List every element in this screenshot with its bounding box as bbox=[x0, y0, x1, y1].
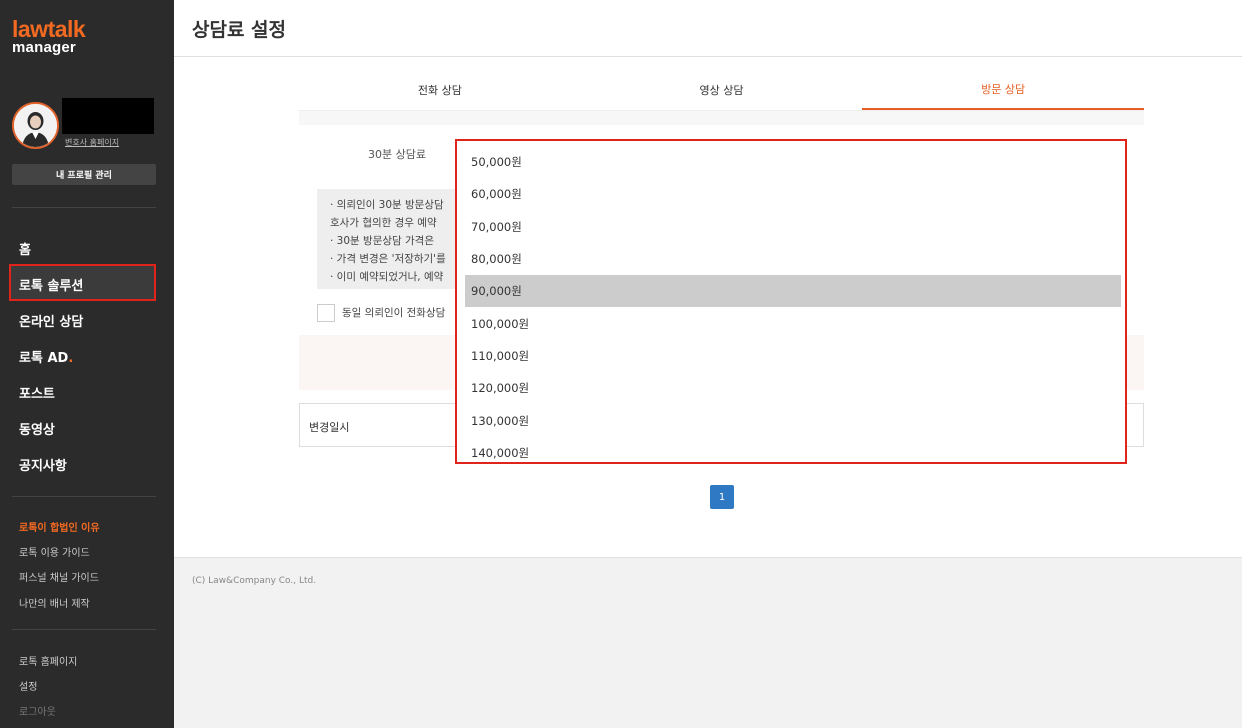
link-lawtalk-homepage[interactable]: 로톡 홈페이지 bbox=[19, 653, 77, 668]
link-personal-channel-guide[interactable]: 퍼스널 채널 가이드 bbox=[19, 569, 99, 584]
fee-option-highlighted[interactable]: 90,000원 bbox=[465, 275, 1121, 307]
link-why-legal[interactable]: 로톡이 합법인 이유 bbox=[19, 519, 100, 534]
sidebar-item-home[interactable]: 홈 bbox=[19, 239, 31, 258]
ad-dot: . bbox=[68, 351, 74, 366]
sidebar-item-post[interactable]: 포스트 bbox=[19, 383, 55, 402]
tab-visit-consult[interactable]: 방문 상담 bbox=[862, 70, 1145, 110]
page-title: 상담료 설정 bbox=[192, 19, 287, 41]
tab-phone-consult[interactable]: 전화 상담 bbox=[299, 70, 581, 110]
history-changed-at-header: 변경일시 bbox=[309, 421, 350, 434]
fee-option[interactable]: 110,000원 bbox=[465, 340, 1121, 372]
fee-option[interactable]: 100,000원 bbox=[465, 308, 1121, 340]
notice-line: · 이미 예약되었거나, 예약 bbox=[330, 271, 444, 283]
fee-option[interactable]: 120,000원 bbox=[465, 372, 1121, 404]
page-header: 상담료 설정 bbox=[174, 0, 1242, 57]
fee-option[interactable]: 50,000원 bbox=[465, 146, 1121, 178]
fee-label: 30분 상담료 bbox=[368, 148, 426, 161]
fee-option[interactable]: 130,000원 bbox=[465, 405, 1121, 437]
lawyer-photo-icon bbox=[14, 104, 57, 147]
notice-line: · 30분 방문상담 가격은 bbox=[330, 235, 434, 247]
sidebar-divider bbox=[12, 629, 156, 630]
link-logout[interactable]: 로그아웃 bbox=[19, 703, 56, 718]
notice-line: · 의뢰인이 30분 방문상담 bbox=[330, 199, 444, 211]
link-usage-guide[interactable]: 로톡 이용 가이드 bbox=[19, 544, 90, 559]
fee-option[interactable]: 70,000원 bbox=[465, 211, 1121, 243]
lawyer-homepage-link[interactable]: 변호사 홈페이지 bbox=[65, 137, 119, 148]
same-client-checkbox-label: 동일 의뢰인이 전화상담 bbox=[342, 307, 446, 319]
copyright: (C) Law&Company Co., Ltd. bbox=[192, 576, 317, 586]
sidebar: lawtalk manager 변호사 홈페이지 내 프로필 관리 홈 로톡 솔… bbox=[0, 0, 174, 728]
sidebar-divider bbox=[12, 207, 156, 208]
logo-text-top: lawtalk bbox=[12, 16, 86, 42]
notice-line: · 가격 변경은 '저장하기'를 bbox=[330, 253, 446, 265]
sidebar-item-notice[interactable]: 공지사항 bbox=[19, 455, 67, 474]
notice-line: 호사가 협의한 경우 예약 bbox=[330, 217, 437, 229]
same-client-checkbox[interactable] bbox=[317, 304, 335, 322]
fee-option[interactable]: 140,000원 bbox=[465, 437, 1121, 462]
consult-type-tabs: 전화 상담 영상 상담 방문 상담 bbox=[299, 70, 1145, 111]
sidebar-item-video[interactable]: 동영상 bbox=[19, 419, 55, 438]
sidebar-divider bbox=[12, 496, 156, 497]
my-profile-button[interactable]: 내 프로필 관리 bbox=[12, 164, 156, 185]
avatar[interactable] bbox=[12, 102, 59, 149]
footer-divider bbox=[174, 557, 1242, 558]
fee-option[interactable]: 60,000원 bbox=[465, 178, 1121, 210]
fee-dropdown-list[interactable]: 50,000원 60,000원 70,000원 80,000원 90,000원 … bbox=[455, 139, 1127, 464]
fee-option[interactable]: 80,000원 bbox=[465, 243, 1121, 275]
lawyer-name-redacted bbox=[62, 98, 154, 134]
lawtalk-logo[interactable]: lawtalk manager bbox=[12, 16, 86, 56]
link-banner-maker[interactable]: 나만의 배너 제작 bbox=[19, 595, 90, 610]
sidebar-item-lawtalk-solution[interactable]: 로톡 솔루션 bbox=[19, 275, 83, 294]
pagination-page-1[interactable]: 1 bbox=[710, 485, 734, 509]
sidebar-item-lawtalk-ad-label: 로톡 AD bbox=[19, 351, 69, 366]
sidebar-item-lawtalk-ad[interactable]: 로톡 AD. bbox=[19, 347, 73, 366]
link-settings[interactable]: 설정 bbox=[19, 678, 37, 693]
tab-video-consult[interactable]: 영상 상담 bbox=[581, 70, 863, 110]
logo-text-bottom: manager bbox=[12, 39, 76, 56]
sidebar-item-online-consult[interactable]: 온라인 상담 bbox=[19, 311, 83, 330]
